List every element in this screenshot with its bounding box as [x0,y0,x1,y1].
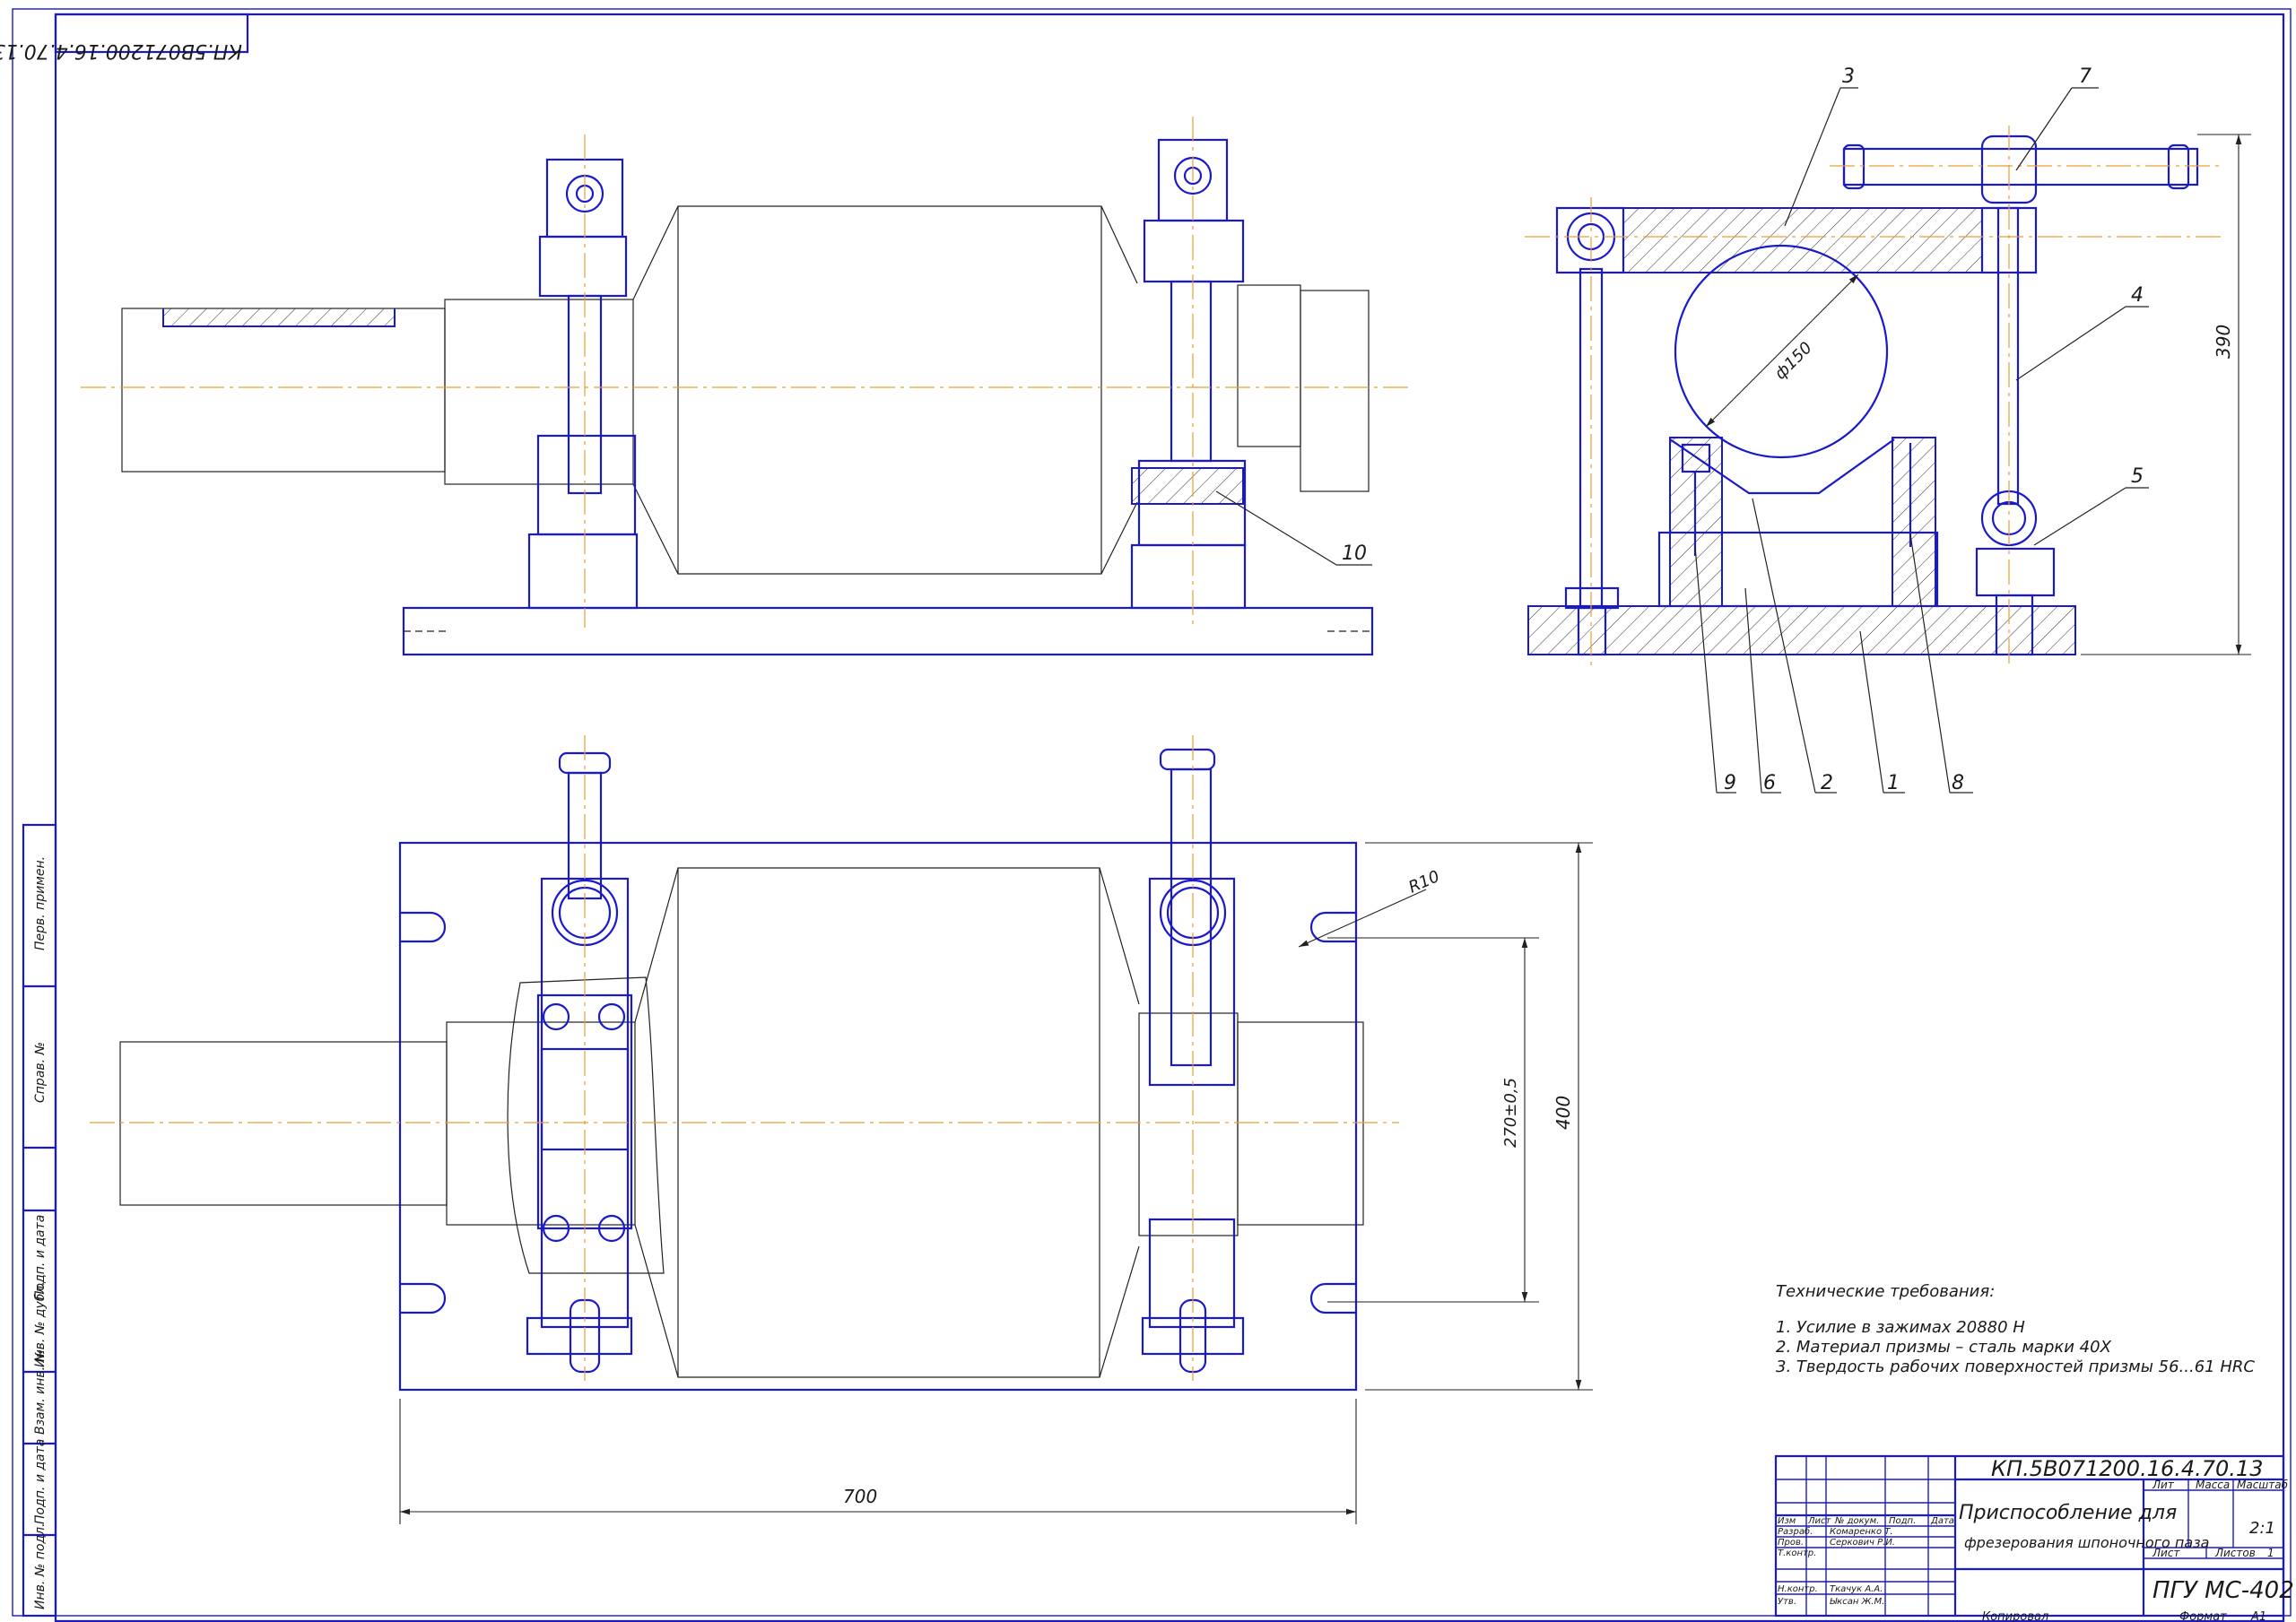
drawing-sheet: КП.5В071200.16.4.70.13 Перв. примен. Спр… [0,8,2294,1622]
side-label-6: Инв. № подл. [33,1522,48,1609]
tech-item-3: 3. Твердость рабочих поверхностей призмы… [1776,1357,2255,1376]
rotated-stamp-code: КП.5В071200.16.4.70.13 [0,39,242,62]
name-utv: Ыксан Ж.М. [1830,1597,1884,1607]
callout-5: 5 [2131,465,2144,488]
sheets-label: Листов [2214,1547,2256,1559]
callout-8: 8 [1952,772,1964,794]
callout-3: 3 [1842,65,1855,88]
mass-label: Масса [2196,1479,2230,1491]
side-strip: Перв. примен. Справ. № Подп. и дата Инв.… [22,823,57,1618]
side-label-1: Справ. № [33,1042,48,1103]
head-doc: № докум. [1834,1516,1879,1526]
role-nkontr: Н.контр. [1778,1584,1818,1594]
head-date: Дата [1930,1516,1954,1526]
title-block: КП.5В071200.16.4.70.13 Приспособление дл… [1774,1454,2294,1622]
format-label: Формат [2179,1610,2227,1622]
dim-400: 400 [1552,1096,1574,1130]
dim-diameter: ф150 [1771,339,1816,384]
callout-4: 4 [2131,284,2144,307]
role-prov: Пров. [1778,1538,1804,1548]
dim-radius: R10 [1405,867,1442,898]
head-sign: Подп. [1889,1516,1916,1526]
lit-label: Лит [2152,1479,2175,1491]
callout-9: 9 [1724,772,1736,794]
title-code: КП.5В071200.16.4.70.13 [1991,1456,2263,1481]
name-razrab: Комаренко Т. [1830,1527,1893,1537]
callout-10: 10 [1342,542,1367,565]
callout-7: 7 [2079,65,2092,88]
copied-label: Копировал [1982,1610,2048,1622]
scale-label: Масштаб [2237,1479,2289,1491]
rotated-stamp: КП.5В071200.16.4.70.13 [0,13,249,62]
callout-6: 6 [1763,772,1776,794]
tech-item-2: 2. Материал призмы – сталь марки 40Х [1776,1338,2112,1357]
sheets-value: 1 [2267,1547,2274,1559]
tech-requirements: Технические требования: 1. Усилие в зажи… [1776,1282,2255,1376]
front-view [81,117,1408,656]
role-tkontr: Т.контр. [1778,1548,1816,1558]
organization: ПГУ МС-402 [2152,1577,2294,1604]
head-list: Лист [1807,1516,1832,1526]
callout-1: 1 [1887,772,1900,794]
scale-value: 2:1 [2249,1519,2275,1538]
callout-2: 2 [1821,772,1833,794]
name-prov: Серкович Р.И. [1830,1538,1895,1548]
format-value: А1 [2250,1610,2266,1622]
dim-spacing: 270±0,5 [1501,1078,1520,1148]
dim-390: 390 [2213,325,2234,359]
side-label-0: Перв. примен. [33,856,48,950]
side-label-5: Подп. и дата [33,1439,48,1524]
role-utv: Утв. [1778,1597,1796,1607]
title-line-1: Приспособление для [1959,1502,2177,1524]
top-view: 700 400 270±0,5 R10 [90,735,1593,1524]
role-razrab: Разраб. [1778,1526,1813,1537]
name-nkontr: Ткачук А.А. [1830,1584,1883,1594]
head-izm: Изм [1778,1516,1796,1526]
section-view: ф150 390 3 7 4 5 9 6 2 1 8 [1525,65,2251,794]
sheet-label: Лист [2152,1547,2180,1559]
dim-700: 700 [843,1486,877,1507]
tech-heading: Технические требования: [1776,1282,1995,1301]
tech-item-1: 1. Усилие в зажимах 20880 Н [1776,1318,2025,1337]
side-label-4: Взам. инв. № [33,1349,48,1435]
